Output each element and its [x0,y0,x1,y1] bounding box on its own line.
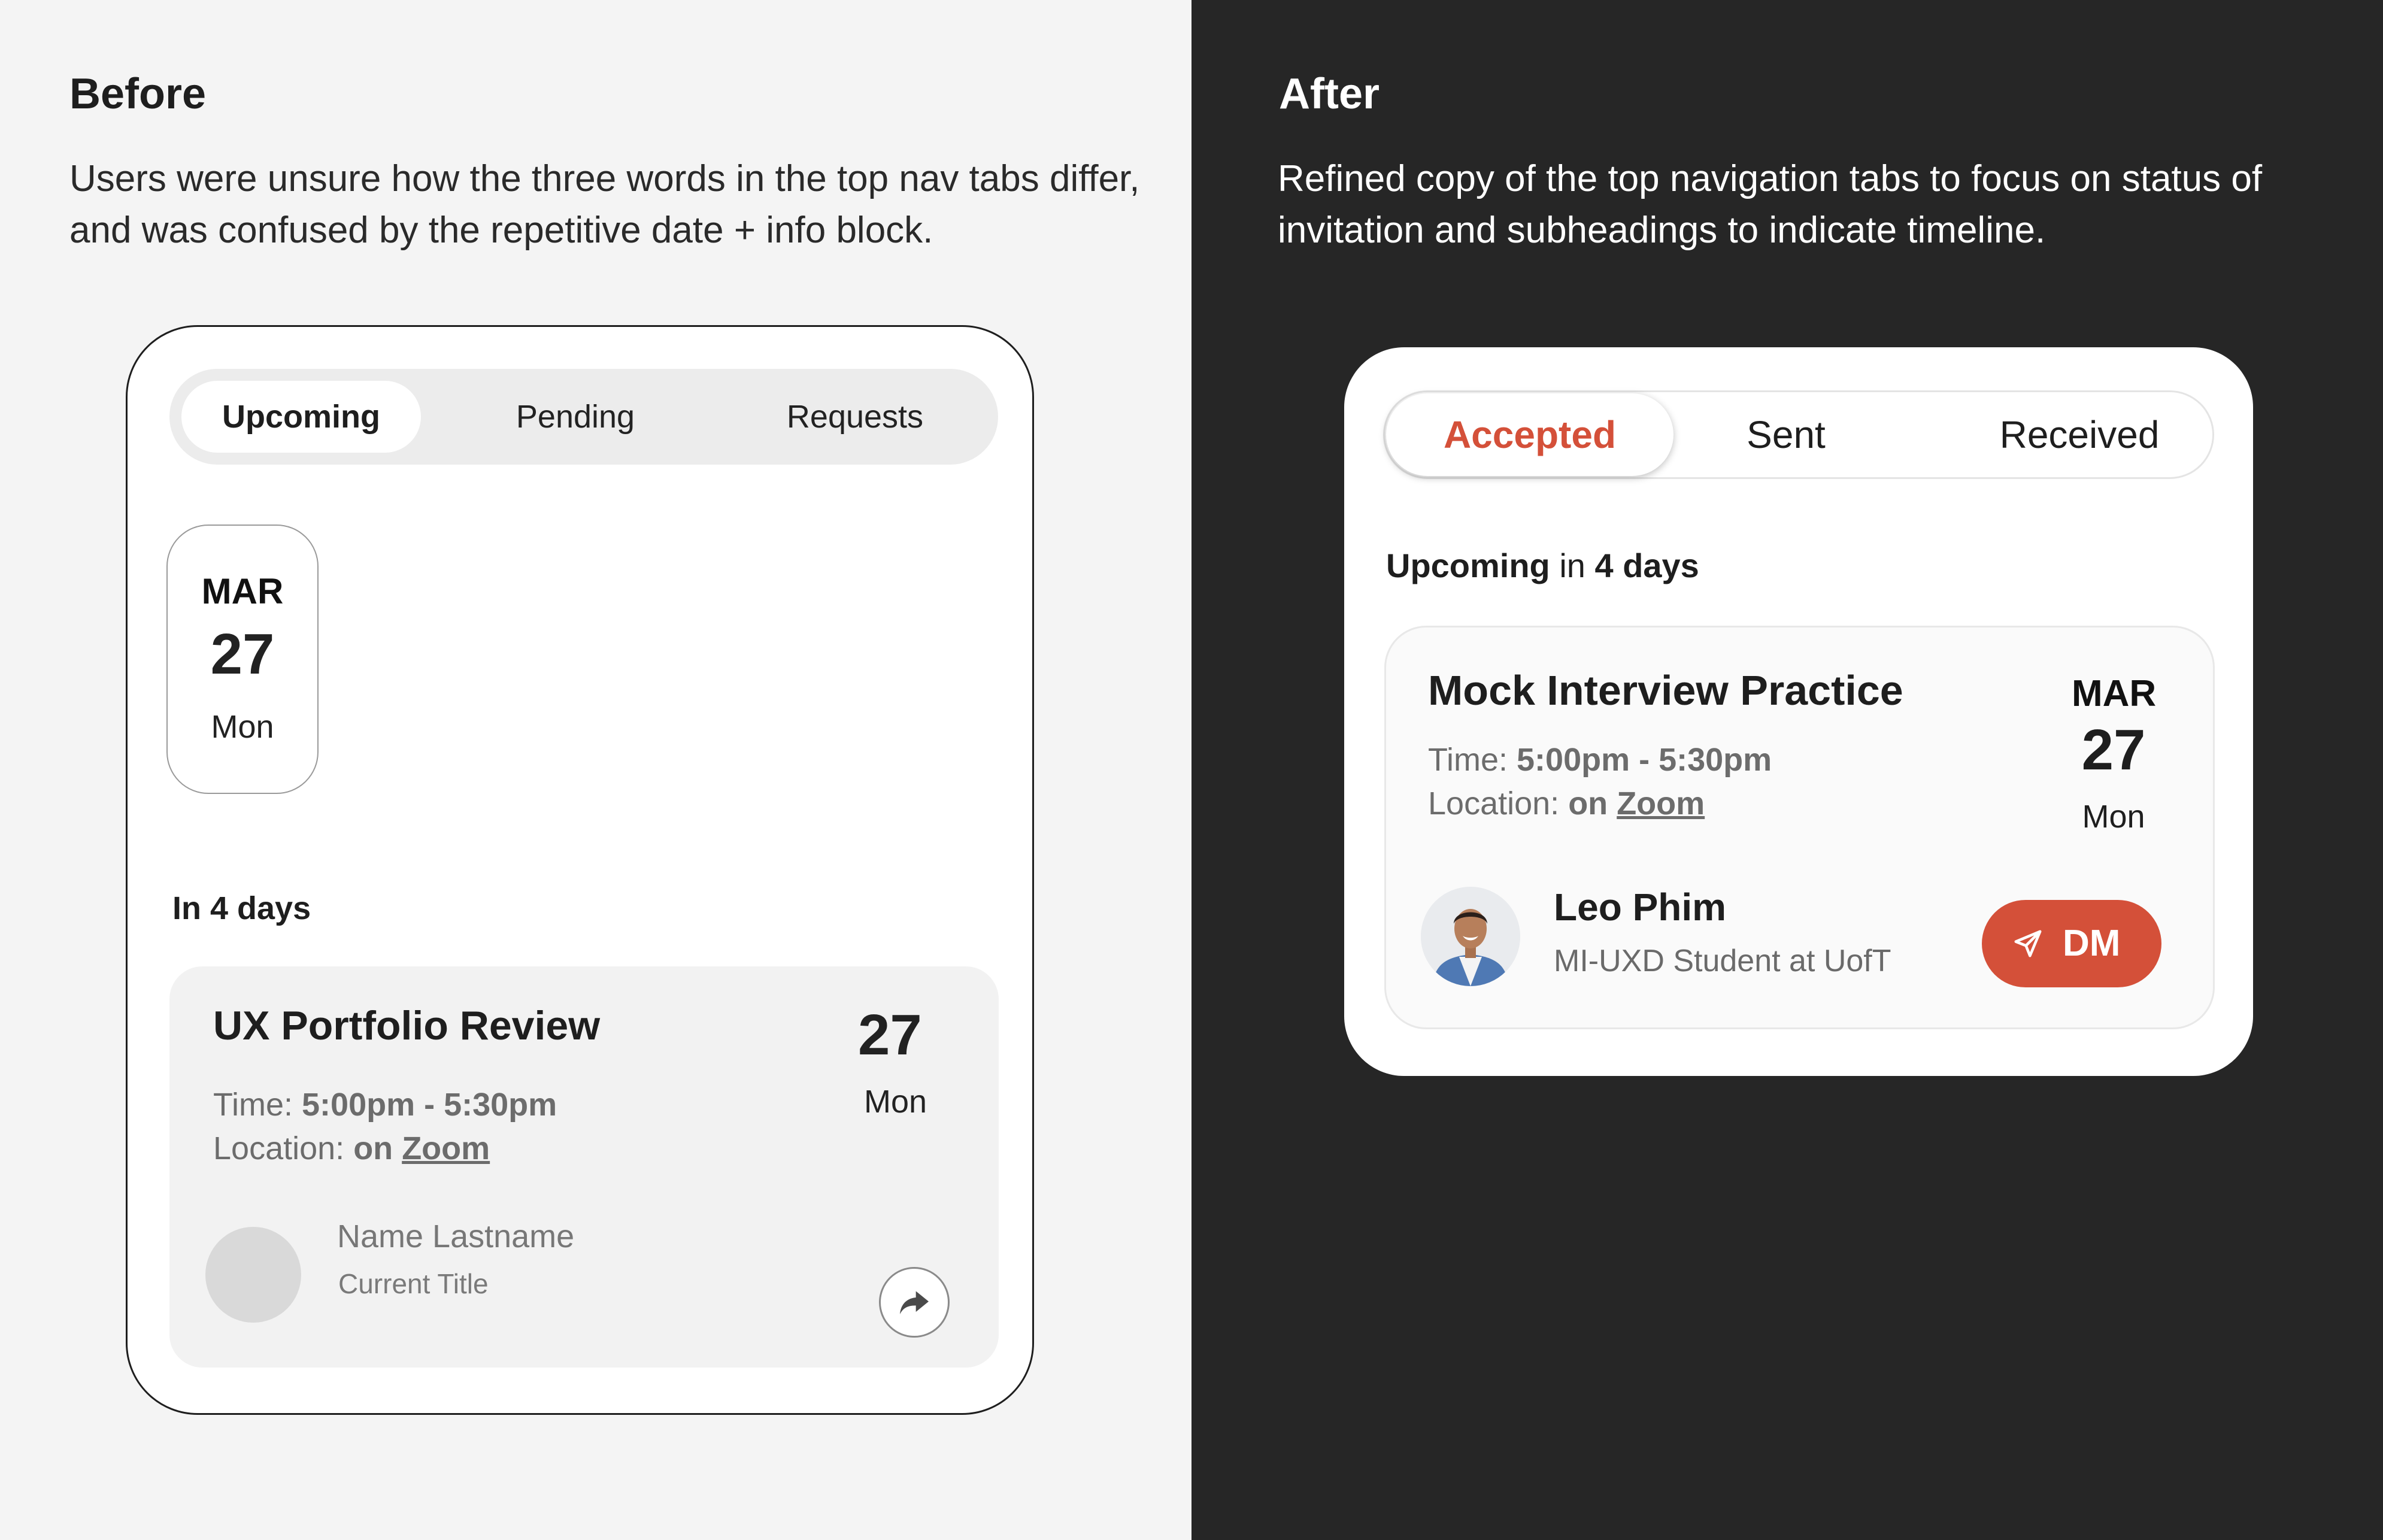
event-month: MAR [2072,673,2157,714]
person-title: MI-UXD Student at UofT [1554,944,1891,978]
location-label: Location: [213,1130,345,1166]
share-arrow-icon [900,1291,929,1314]
event-day: 27 [2081,718,2146,782]
after-tab-bar: Accepted Sent Received [1383,390,2214,479]
tab-received[interactable]: Received [1960,392,2199,477]
subheading-mid: in [1559,547,1585,584]
send-icon [2014,930,2042,957]
dm-label: DM [2063,923,2121,964]
after-heading: After [1279,70,1380,118]
event-weekday: Mon [864,1084,927,1120]
date-month: MAR [201,571,284,611]
before-panel: Before Users were unsure how the three w… [0,0,1192,1540]
tab-upcoming[interactable]: Upcoming [181,381,421,453]
section-label: In 4 days [172,890,311,926]
event-day: 27 [858,1003,922,1067]
person-name: Name Lastname [337,1218,575,1254]
event-time: Time: 5:00pm - 5:30pm [1428,741,1772,778]
event-location: Location: on Zoom [213,1130,490,1167]
location-on: on [353,1130,393,1166]
event-weekday: Mon [2082,799,2145,835]
zoom-link[interactable]: Zoom [1617,786,1705,821]
date-weekday: Mon [211,709,274,745]
event-card[interactable]: Mock Interview Practice Time: 5:00pm - 5… [1384,626,2215,1029]
before-phone-card: Upcoming Pending Requests MAR 27 Mon In … [126,325,1034,1415]
location-label: Location: [1428,786,1560,821]
avatar [1421,887,1520,986]
time-value: 5:00pm - 5:30pm [1517,742,1772,778]
zoom-link[interactable]: Zoom [402,1130,490,1166]
time-label: Time: [213,1087,293,1123]
dm-button[interactable]: DM [1982,900,2161,987]
avatar-placeholder [205,1227,301,1323]
before-tab-bar: Upcoming Pending Requests [169,369,998,465]
time-value: 5:00pm - 5:30pm [302,1087,557,1123]
tab-requests[interactable]: Requests [735,381,975,453]
tab-accepted[interactable]: Accepted [1386,393,1673,476]
timeline-subheading: Upcoming in 4 days [1386,546,1699,585]
after-phone-card: Accepted Sent Received Upcoming in 4 day… [1344,347,2253,1076]
before-heading: Before [69,70,207,118]
event-location: Location: on Zoom [1428,785,1705,822]
person-name: Leo Phim [1554,886,1727,929]
person-title: Current Title [338,1268,489,1299]
before-description: Users were unsure how the three words in… [69,158,1140,251]
share-button[interactable] [879,1267,950,1338]
event-title: Mock Interview Practice [1428,667,1903,714]
event-title: UX Portfolio Review [213,1003,601,1048]
tab-sent[interactable]: Sent [1696,392,1876,477]
time-label: Time: [1428,742,1508,778]
tab-pending[interactable]: Pending [456,381,695,453]
event-time: Time: 5:00pm - 5:30pm [213,1086,557,1123]
subheading-days: 4 days [1594,547,1699,584]
date-card[interactable]: MAR 27 Mon [166,525,319,794]
event-card[interactable]: UX Portfolio Review 27 Mon Time: 5:00pm … [169,966,999,1368]
after-description: Refined copy of the top navigation tabs … [1278,158,2263,251]
date-day: 27 [210,622,275,686]
location-on: on [1568,786,1608,821]
subheading-status: Upcoming [1386,547,1550,584]
